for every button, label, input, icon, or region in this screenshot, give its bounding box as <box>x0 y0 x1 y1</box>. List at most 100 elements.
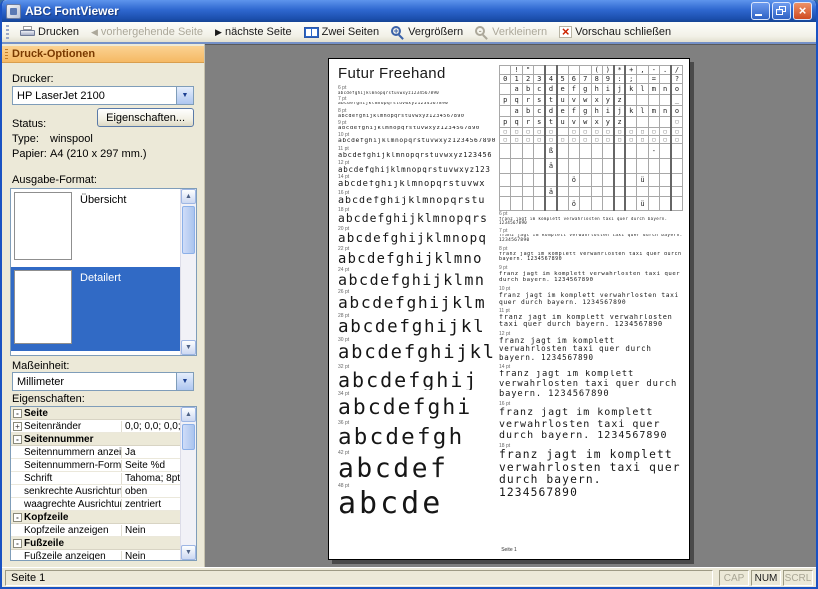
next-page-button[interactable]: ▶ nächste Seite <box>210 23 297 42</box>
char-cell <box>511 187 522 197</box>
scroll-down-icon[interactable]: ▼ <box>181 340 196 355</box>
property-row[interactable]: Seitennummern anzeigenJa <box>11 446 180 459</box>
format-item-overview[interactable]: Übersicht <box>11 189 180 267</box>
expander-icon[interactable]: - <box>13 409 22 418</box>
char-table-row: □□□□□□□□□□□□□□□ <box>500 128 683 136</box>
chevron-down-icon[interactable]: ▼ <box>176 87 193 104</box>
char-cell: p <box>500 117 511 128</box>
list-scrollbar[interactable]: ▲ ▼ <box>180 189 196 355</box>
page-footer: Seite 1 <box>329 547 689 553</box>
expander-icon[interactable]: - <box>13 435 22 444</box>
property-row[interactable]: SchriftTahoma; 8pt <box>11 472 180 485</box>
char-cell: c <box>534 106 545 117</box>
char-cell <box>545 66 556 75</box>
char-cell <box>625 117 636 128</box>
char-cell <box>511 174 522 187</box>
char-cell <box>637 144 648 159</box>
print-button[interactable]: Drucken <box>15 23 84 42</box>
char-cell: 2 <box>522 75 533 84</box>
char-cell: □ <box>511 136 522 144</box>
char-cell <box>591 144 602 159</box>
char-cell: □ <box>545 136 556 144</box>
properties-grid-label: Eigenschaften: <box>12 393 85 405</box>
char-cell <box>648 187 659 197</box>
expander-icon[interactable]: - <box>13 539 22 548</box>
pangram-row: 12 ptfranz jagt im komplett verwahrloste… <box>499 331 685 362</box>
char-cell: p <box>500 95 511 106</box>
property-row[interactable]: +Seitenränder0,0; 0,0; 0,0; <box>11 420 180 433</box>
unit-select[interactable]: Millimeter ▼ <box>12 372 194 391</box>
close-preview-button[interactable]: × Vorschau schließen <box>554 23 676 42</box>
specimen-text: abcdefghijklmnopqrstuvwxyz1234567890 <box>338 114 500 119</box>
specimen-row: 18 ptabcdefghijklmnopqrs <box>338 207 500 224</box>
char-cell <box>614 159 625 174</box>
scrollbar-thumb[interactable] <box>182 206 195 254</box>
two-pages-button[interactable]: Zwei Seiten <box>299 23 384 42</box>
char-cell <box>580 187 591 197</box>
char-cell: □ <box>534 136 545 144</box>
char-cell: □ <box>602 128 613 136</box>
char-cell <box>511 144 522 159</box>
char-cell <box>660 95 671 106</box>
zoom-in-button[interactable]: + Vergrößern <box>386 23 468 42</box>
char-cell: □ <box>591 136 602 144</box>
char-cell <box>660 174 671 187</box>
toolbar: Drucken ◀ vorhergehende Seite ▶ nächste … <box>2 22 816 44</box>
property-row[interactable]: Fußzeile anzeigenNein <box>11 550 180 560</box>
property-row[interactable]: Seitennummern-FormatSeite %d <box>11 459 180 472</box>
char-table: !"()*+,-./0123456789:;=?abcdefghijklmnop… <box>499 65 683 211</box>
char-cell: □ <box>602 136 613 144</box>
char-table-row: !"()*+,-./ <box>500 66 683 75</box>
scroll-down-icon[interactable]: ▼ <box>181 545 196 560</box>
format-item-detailed[interactable]: Detailert <box>11 267 180 351</box>
char-cell <box>625 187 636 197</box>
property-row[interactable]: -Kopfzeile <box>11 511 180 524</box>
properties-button[interactable]: Eigenschaften... <box>97 108 194 127</box>
property-row[interactable]: Kopfzeile anzeigenNein <box>11 524 180 537</box>
printer-select[interactable]: HP LaserJet 2100 ▼ <box>12 86 194 105</box>
restore-button[interactable] <box>772 2 791 20</box>
property-row[interactable]: -Fußzeile <box>11 537 180 550</box>
expander-icon[interactable]: + <box>13 422 22 431</box>
char-cell <box>500 187 511 197</box>
close-button[interactable]: × <box>793 2 812 20</box>
two-pages-icon <box>304 27 319 38</box>
char-cell <box>648 174 659 187</box>
char-cell <box>671 159 682 174</box>
panel-grip[interactable] <box>5 49 8 60</box>
title-bar[interactable]: ABC FontViewer × <box>2 0 816 22</box>
specimen-row: 10 ptabcdefghijklmnopqrstuvwxyz123456789… <box>338 132 500 144</box>
minimize-button[interactable] <box>751 2 770 20</box>
char-cell: o <box>671 106 682 117</box>
toolbar-grip[interactable] <box>6 25 9 39</box>
char-table-row: öü <box>500 174 683 187</box>
expander-spacer <box>13 552 22 561</box>
property-row[interactable]: waagrechte Ausrichtungzentriert <box>11 498 180 511</box>
specimen-row: 14 ptabcdefghijklmnopqrstuvwx <box>338 174 500 189</box>
char-cell: ? <box>671 75 682 84</box>
pangram-text: franz jagt im komplett verwahrlosten tax… <box>499 449 685 499</box>
property-row[interactable]: senkrechte Ausrichtungoben <box>11 485 180 498</box>
chevron-down-icon[interactable]: ▼ <box>176 373 193 390</box>
char-cell: = <box>648 75 659 84</box>
next-page-label: nächste Seite <box>225 26 292 38</box>
char-cell: d <box>545 106 556 117</box>
expander-icon[interactable]: - <box>13 513 22 522</box>
char-cell: m <box>648 84 659 95</box>
char-cell: m <box>648 106 659 117</box>
char-cell: ä <box>545 159 556 174</box>
property-row[interactable]: -Seitennummer <box>11 433 180 446</box>
char-cell: k <box>625 84 636 95</box>
expander-spacer <box>13 461 22 470</box>
property-row[interactable]: -Seite <box>11 407 180 420</box>
char-cell <box>591 159 602 174</box>
char-cell: a <box>511 106 522 117</box>
grid-scrollbar[interactable]: ▲ ▼ <box>180 407 196 560</box>
scroll-up-icon[interactable]: ▲ <box>181 407 196 422</box>
scroll-up-icon[interactable]: ▲ <box>181 189 196 204</box>
char-cell: z <box>614 95 625 106</box>
printer-select-value: HP LaserJet 2100 <box>13 90 176 102</box>
char-cell: g <box>580 84 591 95</box>
scrollbar-thumb[interactable] <box>182 424 195 450</box>
property-value: Seite %d <box>121 460 180 471</box>
